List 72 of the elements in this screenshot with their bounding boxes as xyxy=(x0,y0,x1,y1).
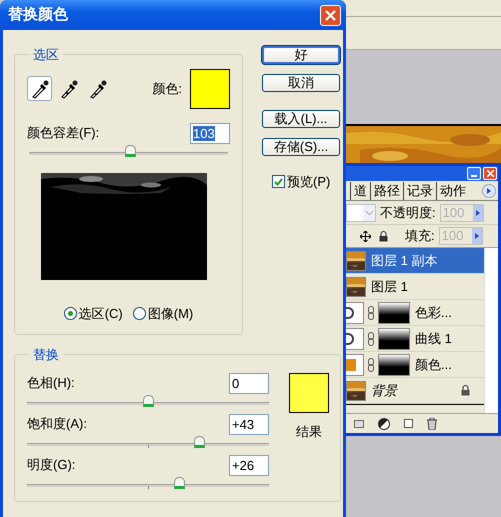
mask-thumbnail xyxy=(378,328,410,350)
eyedropper-icon xyxy=(30,78,48,98)
result-label: 结果 xyxy=(296,422,322,440)
value-field[interactable]: 0 xyxy=(229,372,269,394)
new-group-icon xyxy=(354,420,364,428)
tool-button[interactable] xyxy=(27,76,52,101)
dialog-button[interactable]: 取消 xyxy=(262,74,340,92)
slider-thumb[interactable] xyxy=(143,394,154,406)
trash-icon xyxy=(427,418,437,430)
close-button[interactable] xyxy=(320,4,341,26)
tolerance-label: 颜色容差(F): xyxy=(27,124,100,142)
caret-icon xyxy=(487,188,491,194)
fill-label: 填充: xyxy=(405,227,435,246)
layer-name: 曲线 1 xyxy=(415,330,452,348)
layer-name: 图层 1 xyxy=(371,278,408,296)
window-title: 替换颜色 xyxy=(8,4,68,25)
close-icon xyxy=(486,170,494,177)
radio-button[interactable] xyxy=(132,306,146,320)
link-icon xyxy=(368,332,374,346)
dialog-button[interactable]: 好 xyxy=(262,46,340,64)
slider-thumb[interactable] xyxy=(125,144,136,156)
layer-name: 背景 xyxy=(371,382,397,400)
adjustment-icon xyxy=(378,418,390,430)
dialog-button[interactable]: 载入(L)... xyxy=(262,110,340,128)
caret-icon xyxy=(476,210,480,216)
move-icon xyxy=(360,230,371,242)
slider-label: 明度(G): xyxy=(27,456,76,474)
value-field[interactable]: +26 xyxy=(229,454,269,476)
radio-label: 图像(M) xyxy=(148,304,194,323)
checkbox[interactable] xyxy=(272,175,285,188)
eyedropper-minus-icon xyxy=(88,78,106,98)
value-field[interactable]: +43 xyxy=(229,414,269,434)
link-icon xyxy=(368,306,374,320)
slider-label: 饱和度(A): xyxy=(27,415,87,434)
slider-thumb[interactable] xyxy=(174,476,186,488)
eyedropper-plus-icon xyxy=(60,78,78,98)
checkbox-label: 预览(P) xyxy=(287,173,330,191)
close-icon xyxy=(325,10,336,20)
chevron-icon xyxy=(366,210,372,214)
lock-icon xyxy=(379,230,388,242)
panel-tab[interactable]: 记录 xyxy=(403,182,436,200)
slider-label: 色相(H): xyxy=(27,374,75,392)
color-swatch[interactable] xyxy=(190,68,230,108)
layer-name: 色彩... xyxy=(415,304,452,322)
group-title: 替换 xyxy=(32,346,60,364)
dialog-button[interactable]: 存储(S)... xyxy=(262,138,340,156)
caret-icon xyxy=(474,233,479,239)
check-icon xyxy=(274,178,283,186)
close-button[interactable] xyxy=(483,167,497,180)
link-icon xyxy=(368,358,374,372)
adjustment-thumbnail xyxy=(346,302,364,324)
panel-tab[interactable]: 路径 xyxy=(370,182,403,200)
lock-icon xyxy=(461,385,470,396)
mask-thumbnail xyxy=(378,302,410,324)
fill-thumbnail xyxy=(346,354,364,376)
radio-button[interactable] xyxy=(64,306,77,320)
slider-thumb[interactable] xyxy=(194,436,205,448)
panel-menu-button[interactable] xyxy=(482,184,496,198)
color-label: 颜色: xyxy=(152,80,182,98)
group-title: 选区 xyxy=(32,46,60,64)
mask-thumbnail xyxy=(378,354,410,376)
minimize-button[interactable] xyxy=(467,167,481,180)
panel-tab[interactable]: 动作 xyxy=(436,182,469,200)
new-layer-icon xyxy=(404,419,413,428)
layer-name: 颜色... xyxy=(415,356,452,374)
panel-tab[interactable]: 道 xyxy=(350,182,370,200)
radio-label: 选区(C) xyxy=(78,304,123,323)
adjustment-thumbnail xyxy=(346,328,364,350)
scrollbar[interactable] xyxy=(484,248,498,413)
opacity-label: 不透明度: xyxy=(380,204,436,222)
layer-name: 图层 1 副本 xyxy=(371,252,438,270)
tolerance-field[interactable]: 103 xyxy=(190,122,230,144)
